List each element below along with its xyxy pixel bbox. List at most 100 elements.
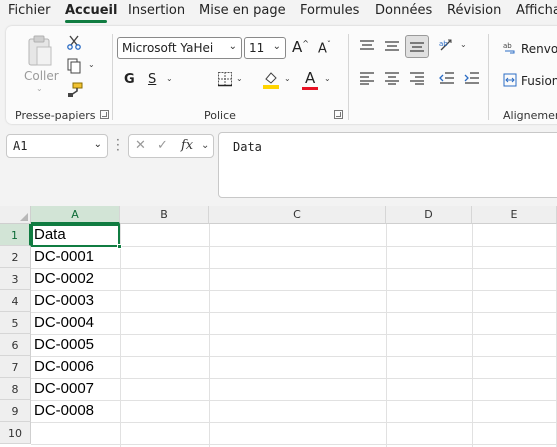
format-painter-icon[interactable] (66, 82, 84, 98)
menu-bar: Fichier Accueil Insertion Mise en page F… (0, 0, 557, 23)
enter-icon[interactable]: ✓ (157, 138, 168, 153)
cell-a4[interactable]: DC-0003 (34, 290, 94, 312)
wrap-text-icon[interactable]: ab (503, 41, 517, 55)
column-header-c[interactable]: C (209, 206, 386, 224)
font-name-value: Microsoft YaHei (122, 41, 214, 55)
align-left-icon[interactable] (358, 71, 376, 85)
tab-insertion[interactable]: Insertion (128, 3, 185, 18)
chevron-down-icon: ⌄ (272, 41, 281, 52)
select-all-button[interactable] (0, 206, 31, 224)
cell-a8[interactable]: DC-0007 (34, 378, 94, 400)
increase-indent-icon[interactable] (463, 71, 481, 85)
cell-a2[interactable]: DC-0001 (34, 246, 94, 268)
tab-revision[interactable]: Révision (447, 3, 501, 18)
active-tab-indicator (65, 20, 107, 23)
row-gridline (31, 378, 557, 379)
formula-controls: ✕ ✓ fx ⌄ (128, 134, 214, 158)
svg-text:ab: ab (503, 42, 512, 50)
chevron-down-icon[interactable]: ⌄ (201, 140, 209, 151)
paste-button[interactable]: Coller (24, 69, 59, 83)
decrease-indent-icon[interactable] (438, 71, 456, 85)
column-header-b[interactable]: B (120, 206, 209, 224)
tab-fichier[interactable]: Fichier (8, 3, 51, 18)
worksheet-grid[interactable]: A B C D E 1 2 3 4 5 6 7 8 9 10 Data DC-0… (0, 206, 557, 447)
row-gridline (31, 290, 557, 291)
font-name-select[interactable]: Microsoft YaHei ⌄ (117, 37, 242, 59)
font-launcher-icon[interactable] (334, 110, 343, 119)
copy-icon[interactable] (66, 58, 82, 74)
tab-formules[interactable]: Formules (300, 3, 359, 18)
row-gridline (31, 400, 557, 401)
row-header-3[interactable]: 3 (0, 268, 31, 290)
font-size-select[interactable]: 11 ⌄ (244, 37, 286, 59)
name-box[interactable]: A1 ⌄ (6, 134, 108, 158)
column-gridline (209, 224, 210, 447)
borders-icon[interactable] (217, 71, 233, 87)
row-gridline (31, 422, 557, 423)
cell-a7[interactable]: DC-0006 (34, 356, 94, 378)
cell-a3[interactable]: DC-0002 (34, 268, 94, 290)
copy-dropdown-icon[interactable]: ⌄ (88, 60, 95, 69)
bold-button[interactable]: G (124, 72, 135, 87)
column-header-a[interactable]: A (31, 206, 120, 224)
row-header-10[interactable]: 10 (0, 422, 31, 444)
row-header-8[interactable]: 8 (0, 378, 31, 400)
row-header-4[interactable]: 4 (0, 290, 31, 312)
tab-mise-en-page[interactable]: Mise en page (199, 3, 286, 18)
font-size-value: 11 (249, 41, 265, 55)
font-color-swatch (302, 87, 318, 90)
column-header-e[interactable]: E (472, 206, 557, 224)
ribbon: Coller ⌄ ⌄ Presse-papiers Microsoft YaHe… (6, 26, 557, 124)
row-header-2[interactable]: 2 (0, 246, 31, 268)
paste-icon[interactable] (26, 34, 54, 68)
svg-text:ab: ab (439, 40, 448, 48)
formula-input[interactable]: Data (218, 132, 557, 198)
font-color-button[interactable]: A (305, 69, 315, 87)
decrease-font-icon[interactable]: Aˇ (318, 40, 331, 56)
cell-a6[interactable]: DC-0005 (34, 334, 94, 356)
borders-dropdown-icon[interactable]: ⌄ (236, 74, 243, 83)
active-cell-border (31, 224, 120, 247)
insert-function-button[interactable]: fx (181, 138, 193, 153)
fill-handle[interactable] (117, 244, 122, 249)
cell-a9[interactable]: DC-0008 (34, 400, 94, 422)
more-options-icon[interactable]: · · · (116, 134, 120, 156)
align-top-icon[interactable] (358, 39, 376, 53)
row-header-6[interactable]: 6 (0, 334, 31, 356)
tab-accueil[interactable]: Accueil (65, 3, 117, 18)
align-middle-icon[interactable] (383, 39, 401, 53)
underline-button[interactable]: S (148, 72, 156, 87)
cut-icon[interactable] (66, 34, 82, 50)
row-header-5[interactable]: 5 (0, 312, 31, 334)
merge-center-icon[interactable] (503, 73, 517, 87)
align-bottom-icon (410, 42, 424, 52)
orientation-icon[interactable]: ab (438, 37, 456, 53)
row-header-9[interactable]: 9 (0, 400, 31, 422)
fill-color-dropdown-icon[interactable]: ⌄ (284, 74, 291, 83)
row-gridline (31, 312, 557, 313)
cancel-icon[interactable]: ✕ (135, 138, 146, 153)
fill-color-icon[interactable] (262, 70, 280, 90)
clipboard-group-label: Presse-papiers (15, 109, 96, 122)
column-header-d[interactable]: D (386, 206, 472, 224)
clipboard-launcher-icon[interactable] (100, 110, 109, 119)
cell-a5[interactable]: DC-0004 (34, 312, 94, 334)
row-gridline (31, 356, 557, 357)
paste-dropdown-icon[interactable]: ⌄ (36, 84, 43, 93)
merge-center-button[interactable]: Fusionner (521, 74, 557, 88)
increase-font-icon[interactable]: A^ (292, 38, 309, 56)
underline-dropdown-icon[interactable]: ⌄ (166, 74, 173, 83)
align-bottom-button[interactable] (405, 35, 429, 58)
wrap-text-button[interactable]: Renvoyer (521, 42, 557, 56)
column-gridline (472, 224, 473, 447)
font-color-dropdown-icon[interactable]: ⌄ (324, 74, 331, 83)
align-center-icon[interactable] (383, 71, 401, 85)
tab-affichage[interactable]: Affichage (516, 3, 557, 18)
tab-donnees[interactable]: Données (375, 3, 432, 18)
row-gridline (31, 334, 557, 335)
group-separator (488, 34, 489, 120)
row-header-1[interactable]: 1 (0, 224, 31, 246)
row-header-7[interactable]: 7 (0, 356, 31, 378)
orientation-dropdown-icon[interactable]: ⌄ (460, 40, 467, 49)
align-right-icon[interactable] (408, 71, 426, 85)
